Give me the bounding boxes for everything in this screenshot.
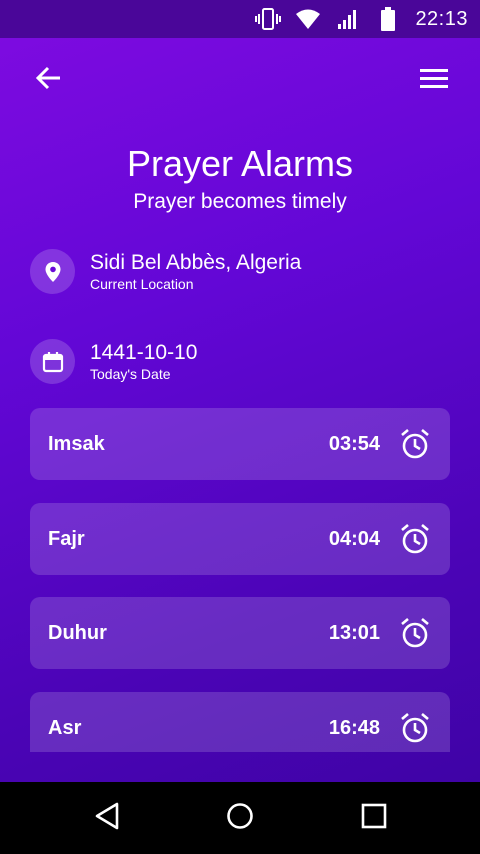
date-row: 1441-10-10 Today's Date: [30, 339, 197, 384]
date-label: Today's Date: [90, 365, 171, 382]
page-title: Prayer Alarms: [126, 143, 354, 184]
prayer-name: Fajr: [48, 527, 85, 550]
prayer-card-fajr[interactable]: Fajr 04:04: [30, 503, 450, 575]
back-button[interactable]: [28, 60, 68, 100]
prayer-name: Imsak: [48, 432, 105, 455]
location-label: Current Location: [90, 275, 194, 292]
alarm-clock-icon[interactable]: [398, 427, 432, 461]
nav-back-button[interactable]: [89, 800, 125, 836]
prayer-name: Duhur: [48, 621, 107, 644]
signal-icon: [335, 6, 361, 32]
prayer-name: Asr: [48, 716, 82, 739]
alarm-clock-icon[interactable]: [398, 616, 432, 650]
back-triangle-icon: [94, 802, 120, 835]
location-row: Sidi Bel Abbès, Algeria Current Location: [30, 249, 301, 294]
page-subtitle: Prayer becomes timely: [133, 190, 347, 213]
system-nav-bar: [0, 782, 480, 854]
prayer-card-duhur[interactable]: Duhur 13:01: [30, 597, 450, 669]
alarm-clock-icon[interactable]: [398, 711, 432, 745]
nav-recents-button[interactable]: [356, 800, 392, 836]
status-bar: 22:13: [0, 0, 480, 38]
nav-home-button[interactable]: [222, 800, 258, 836]
battery-icon: [375, 6, 401, 32]
wifi-icon: [295, 6, 321, 32]
home-circle-icon: [226, 802, 254, 835]
header: Prayer Alarms Prayer becomes timely: [0, 142, 480, 216]
arrow-back-icon: [35, 66, 61, 95]
alarm-clock-icon[interactable]: [398, 522, 432, 556]
prayer-list: Imsak 03:54 Fajr 04:04 Duhur 13:01 Asr 1…: [30, 408, 450, 752]
toolbar: [0, 38, 480, 118]
prayer-card-imsak[interactable]: Imsak 03:54: [30, 408, 450, 480]
prayer-time: 03:54: [328, 432, 380, 455]
prayer-time: 13:01: [328, 621, 380, 644]
app-screen: Prayer Alarms Prayer becomes timely Sidi…: [0, 38, 480, 782]
recents-square-icon: [361, 803, 387, 834]
prayer-time: 16:48: [328, 716, 380, 739]
location-value: Sidi Bel Abbès, Algeria: [90, 250, 302, 274]
prayer-card-asr[interactable]: Asr 16:48: [30, 692, 450, 752]
calendar-icon: [30, 339, 75, 384]
menu-button[interactable]: [414, 60, 454, 100]
location-pin-icon: [30, 249, 75, 294]
vibrate-icon: [255, 6, 282, 32]
hamburger-menu-icon: [420, 68, 448, 93]
prayer-time: 04:04: [328, 527, 380, 550]
status-time: 22:13: [415, 7, 468, 30]
date-value: 1441-10-10: [90, 340, 198, 364]
